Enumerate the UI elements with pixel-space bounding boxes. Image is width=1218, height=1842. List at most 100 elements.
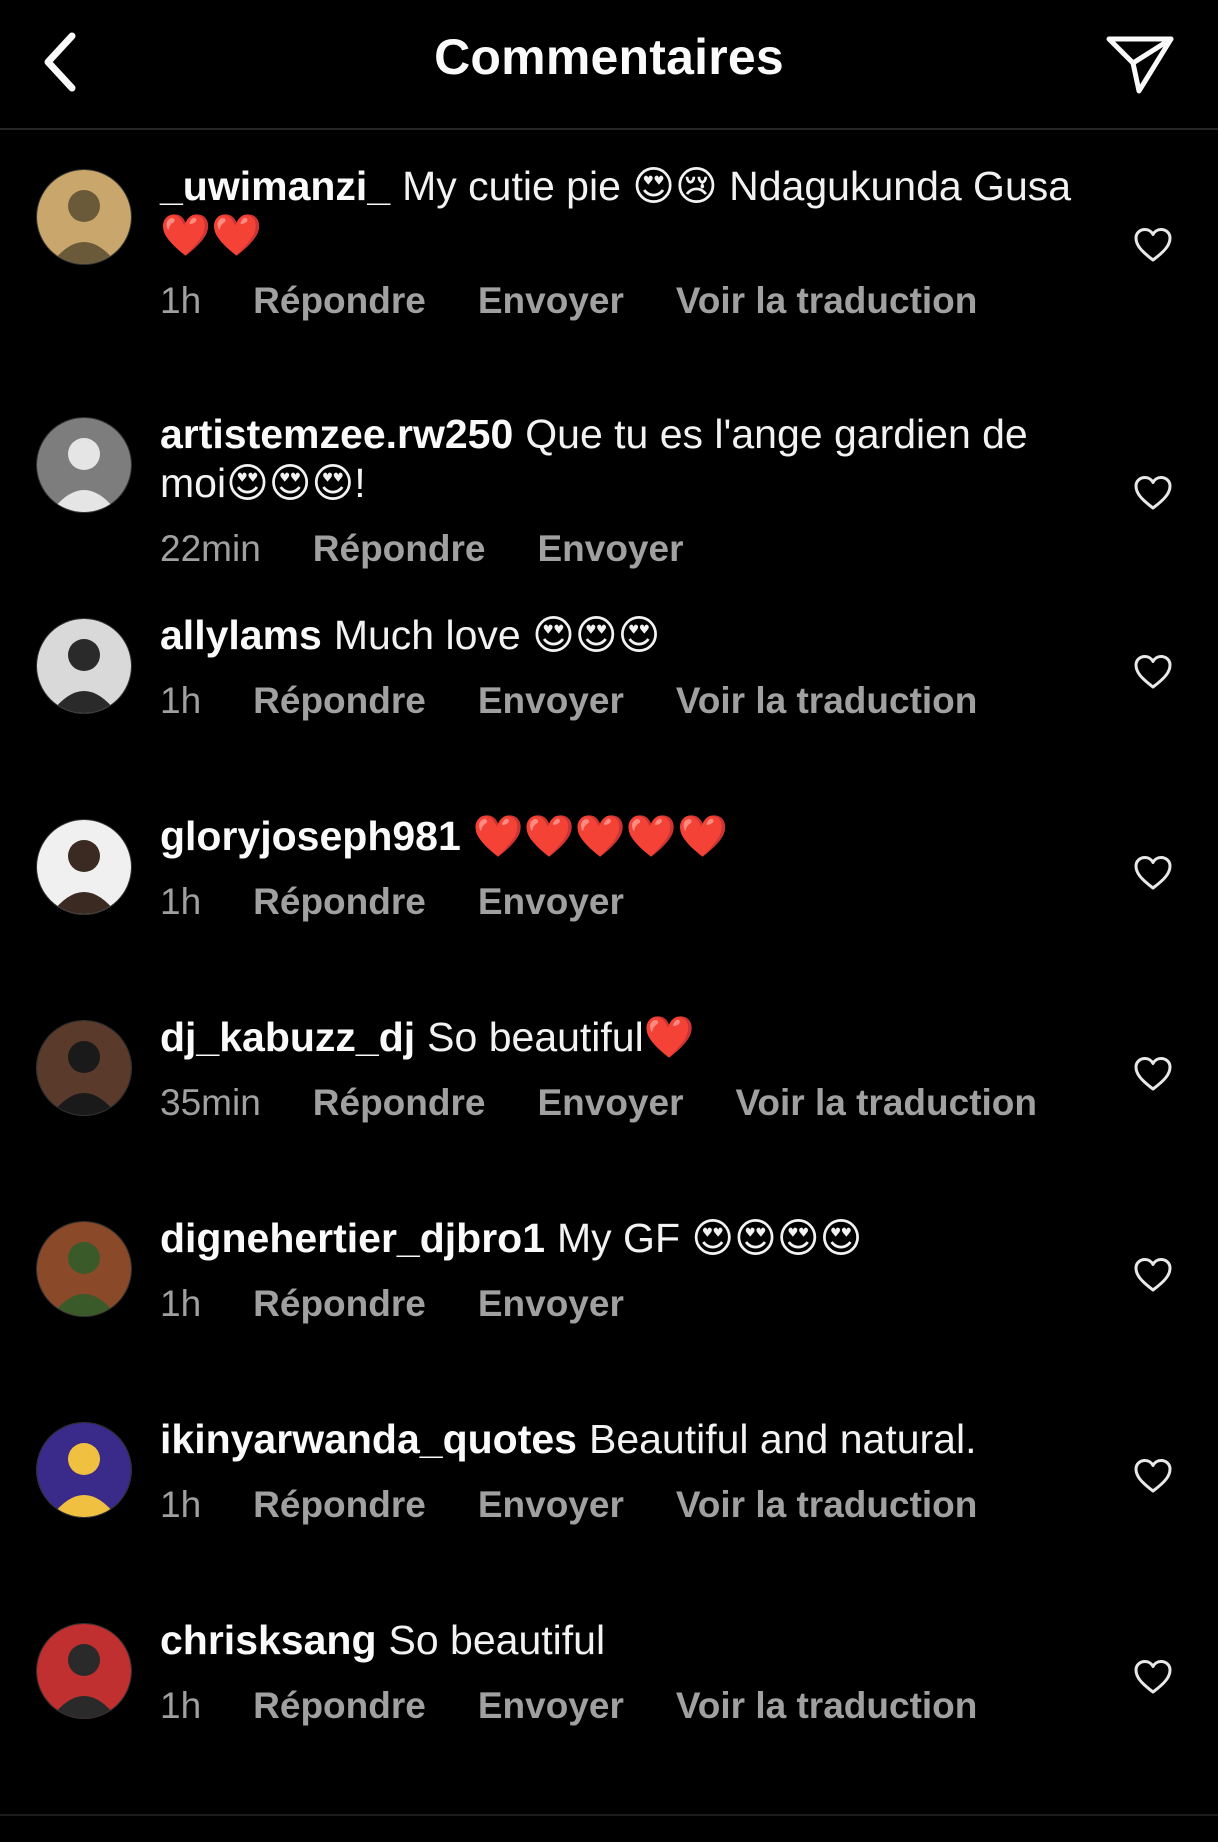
- reply-button[interactable]: Répondre: [253, 1283, 426, 1324]
- comment-body: _uwimanzi_ My cutie pie 😍😢 Ndagukunda Gus…: [160, 162, 1095, 322]
- avatar-image: [37, 418, 131, 512]
- comment-timestamp: 1h: [160, 881, 202, 922]
- reply-button[interactable]: Répondre: [313, 528, 486, 569]
- avatar[interactable]: [37, 820, 131, 914]
- see-translation-button[interactable]: Voir la traduction: [676, 1484, 978, 1525]
- comment-message: Much love 😍😍😍: [333, 612, 661, 658]
- comment-meta: 1h Répondre Envoyer Voir la traduction: [160, 680, 1095, 722]
- like-button[interactable]: [1128, 1049, 1178, 1099]
- send-button[interactable]: Envoyer: [537, 1082, 683, 1123]
- comment-timestamp: 1h: [160, 1283, 202, 1324]
- heart-outline-icon: [1134, 1660, 1172, 1694]
- comment-message: So beautiful❤️: [427, 1014, 695, 1060]
- page-title: Commentaires: [434, 29, 784, 85]
- comment-username[interactable]: chrisksang: [160, 1617, 377, 1663]
- comment-timestamp: 1h: [160, 1484, 202, 1525]
- like-button[interactable]: [1128, 1250, 1178, 1300]
- heart-outline-icon: [1134, 476, 1172, 510]
- reply-button[interactable]: Répondre: [253, 280, 426, 321]
- comment-timestamp: 1h: [160, 1685, 202, 1726]
- send-button[interactable]: Envoyer: [537, 528, 683, 569]
- comment-timestamp: 1h: [160, 280, 202, 321]
- like-button[interactable]: [1128, 1652, 1178, 1702]
- reply-button[interactable]: Répondre: [253, 881, 426, 922]
- comment-body: dignehertier_djbro1 My GF 😍😍😍😍 1h Répondre E…: [160, 1214, 1095, 1325]
- avatar[interactable]: [37, 418, 131, 512]
- heart-outline-icon: [1134, 856, 1172, 890]
- reply-button[interactable]: Répondre: [253, 680, 426, 721]
- send-button[interactable]: Envoyer: [478, 1283, 624, 1324]
- avatar[interactable]: [37, 1423, 131, 1517]
- comment-username[interactable]: _uwimanzi_: [160, 163, 390, 209]
- avatar-image: [37, 619, 131, 713]
- avatar[interactable]: [37, 170, 131, 264]
- avatar-image: [37, 1021, 131, 1115]
- comment-message: So beautiful: [388, 1617, 606, 1663]
- comment-meta: 1h Répondre Envoyer Voir la traduction: [160, 1685, 1095, 1727]
- see-translation-button[interactable]: Voir la traduction: [735, 1082, 1037, 1123]
- comment-body: artistemzee.rw250 Que tu es l'ange gardie…: [160, 410, 1095, 570]
- send-button[interactable]: Envoyer: [478, 680, 624, 721]
- see-translation-button[interactable]: Voir la traduction: [676, 280, 978, 321]
- comment-username[interactable]: allylams: [160, 612, 322, 658]
- heart-outline-icon: [1134, 1057, 1172, 1091]
- avatar[interactable]: [37, 1222, 131, 1316]
- avatar-image: [37, 820, 131, 914]
- send-button[interactable]: Envoyer: [478, 280, 624, 321]
- comment-body: dj_kabuzz_dj So beautiful❤️ 35min Répondre E…: [160, 1013, 1095, 1124]
- comment-username[interactable]: gloryjoseph981: [160, 813, 461, 859]
- heart-outline-icon: [1134, 1459, 1172, 1493]
- comment-body: ikinyarwanda_quotes Beautiful and natural…: [160, 1415, 1095, 1526]
- send-button[interactable]: Envoyer: [478, 881, 624, 922]
- avatar[interactable]: [37, 1624, 131, 1718]
- comment-username[interactable]: dj_kabuzz_dj: [160, 1014, 415, 1060]
- comment-username[interactable]: ikinyarwanda_quotes: [160, 1416, 577, 1462]
- like-button[interactable]: [1128, 468, 1178, 518]
- reply-button[interactable]: Répondre: [313, 1082, 486, 1123]
- comment-text: allylams Much love 😍😍😍: [160, 611, 1095, 660]
- comment-username[interactable]: artistemzee.rw250: [160, 411, 513, 457]
- comment-meta: 35min Répondre Envoyer Voir la traduction: [160, 1082, 1095, 1124]
- reply-button[interactable]: Répondre: [253, 1484, 426, 1525]
- comment-text: ikinyarwanda_quotes Beautiful and natural…: [160, 1415, 1095, 1464]
- send-button[interactable]: Envoyer: [478, 1685, 624, 1726]
- heart-outline-icon: [1134, 1258, 1172, 1292]
- comment-text: dignehertier_djbro1 My GF 😍😍😍😍: [160, 1214, 1095, 1263]
- reply-button[interactable]: Répondre: [253, 1685, 426, 1726]
- avatar-image: [37, 1423, 131, 1517]
- avatar-image: [37, 1222, 131, 1316]
- comment-meta: 22min Répondre Envoyer: [160, 528, 1095, 570]
- avatar-image: [37, 1624, 131, 1718]
- comment-text: artistemzee.rw250 Que tu es l'ange gardie…: [160, 410, 1095, 508]
- comment-message: Beautiful and natural.: [588, 1416, 977, 1462]
- heart-outline-icon: [1134, 655, 1172, 689]
- comment-timestamp: 1h: [160, 680, 202, 721]
- avatar[interactable]: [37, 619, 131, 713]
- comment-text: gloryjoseph981 ❤️❤️❤️❤️❤️: [160, 812, 1095, 861]
- send-button[interactable]: Envoyer: [478, 1484, 624, 1525]
- comment-message: My GF 😍😍😍😍: [557, 1215, 863, 1261]
- header-bar: Commentaires: [0, 0, 1218, 130]
- comment-meta: 1h Répondre Envoyer: [160, 1283, 1095, 1325]
- comment-username[interactable]: dignehertier_djbro1: [160, 1215, 545, 1261]
- comment-message: ❤️❤️❤️❤️❤️: [472, 813, 729, 859]
- heart-outline-icon: [1134, 228, 1172, 262]
- comment-text: _uwimanzi_ My cutie pie 😍😢 Ndagukunda Gus…: [160, 162, 1095, 260]
- see-translation-button[interactable]: Voir la traduction: [676, 1685, 978, 1726]
- share-button[interactable]: [1100, 24, 1180, 104]
- like-button[interactable]: [1128, 220, 1178, 270]
- avatar[interactable]: [37, 1021, 131, 1115]
- comment-text: dj_kabuzz_dj So beautiful❤️: [160, 1013, 1095, 1062]
- bottom-divider: [0, 1814, 1218, 1816]
- like-button[interactable]: [1128, 1451, 1178, 1501]
- comment-text: chrisksang So beautiful: [160, 1616, 1095, 1665]
- like-button[interactable]: [1128, 848, 1178, 898]
- like-button[interactable]: [1128, 647, 1178, 697]
- avatar-image: [37, 170, 131, 264]
- comment-body: gloryjoseph981 ❤️❤️❤️❤️❤️ 1h Répondre Envoye…: [160, 812, 1095, 923]
- comment-meta: 1h Répondre Envoyer: [160, 881, 1095, 923]
- see-translation-button[interactable]: Voir la traduction: [676, 680, 978, 721]
- comment-timestamp: 35min: [160, 1082, 261, 1123]
- comment-body: chrisksang So beautiful 1h Répondre Envoyer V…: [160, 1616, 1095, 1727]
- comment-body: allylams Much love 😍😍😍 1h Répondre Envoyer Vo…: [160, 611, 1095, 722]
